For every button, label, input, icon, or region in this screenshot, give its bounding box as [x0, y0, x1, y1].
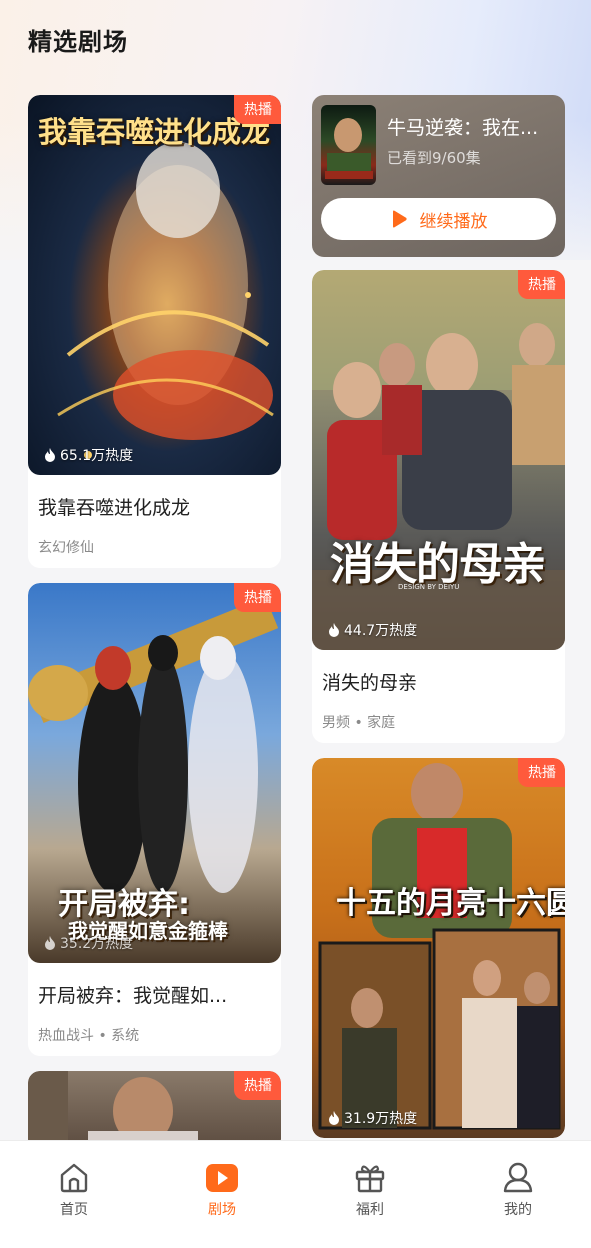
drama-card-2[interactable]: 开局被弃: 我觉醒如意金箍棒 热播 35.2万热度 开局被弃：我觉醒如... 热… — [28, 583, 281, 1056]
heat-label: 35.2万热度 — [60, 936, 134, 952]
poster-credit: DESIGN BY DEIYU — [398, 583, 460, 591]
heat-label: 31.9万热度 — [344, 1111, 418, 1127]
tab-label: 剧场 — [208, 1202, 236, 1218]
heat-count: 44.7万热度 — [328, 620, 417, 640]
play-icon — [206, 1164, 238, 1192]
poster-title-text: 十五的月亮十六圆 — [336, 886, 565, 921]
tab-theater[interactable]: 剧场 — [172, 1159, 272, 1219]
drama-poster[interactable]: 消失的母亲 DESIGN BY DEIYU 热播 44.7万热度 — [312, 270, 565, 650]
drama-title[interactable]: 消失的母亲 — [322, 668, 552, 695]
flame-icon — [45, 448, 55, 462]
hot-badge: 热播 — [234, 95, 281, 124]
play-icon — [392, 210, 407, 228]
hot-badge: 热播 — [518, 758, 565, 787]
hot-badge: 热播 — [518, 270, 565, 299]
drama-poster[interactable]: 热播 — [28, 1071, 281, 1151]
thumbnail-artwork — [325, 118, 373, 179]
tab-label: 首页 — [60, 1202, 88, 1218]
tab-welfare[interactable]: 福利 — [320, 1159, 420, 1219]
drama-title[interactable]: 我靠吞噬进化成龙 — [38, 493, 268, 520]
drama-tags: 热血战斗 • 系统 — [38, 1028, 140, 1044]
hot-badge: 热播 — [234, 1071, 281, 1100]
drama-card-5[interactable]: 十五的月亮十六圆 热播 31.9万热度 — [312, 758, 565, 1138]
drama-poster[interactable]: 开局被弃: 我觉醒如意金箍棒 热播 35.2万热度 — [28, 583, 281, 963]
drama-card-3[interactable]: 热播 — [28, 1071, 281, 1151]
hot-badge: 热播 — [234, 583, 281, 612]
bottom-tab-bar: 首页 剧场 福利 我的 — [0, 1140, 591, 1248]
drama-card-1[interactable]: 我靠吞噬进化成龙 热播 65.1万热度 我靠吞噬进化成龙 玄幻修仙 — [28, 95, 281, 568]
continue-play-button[interactable]: 继续播放 — [321, 198, 556, 240]
continue-thumbnail[interactable] — [321, 105, 376, 185]
drama-tags: 男频 • 家庭 — [322, 715, 396, 731]
drama-poster[interactable]: 十五的月亮十六圆 热播 31.9万热度 — [312, 758, 565, 1138]
heat-count: 35.2万热度 — [44, 933, 133, 953]
tab-profile[interactable]: 我的 — [468, 1159, 568, 1219]
profile-icon — [503, 1162, 533, 1193]
heat-label: 44.7万热度 — [344, 623, 418, 639]
gift-icon — [355, 1165, 385, 1193]
drama-card-4[interactable]: 消失的母亲 DESIGN BY DEIYU 热播 44.7万热度 消失的母亲 男… — [312, 270, 565, 743]
heat-count: 65.1万热度 — [44, 445, 133, 465]
heat-label: 65.1万热度 — [60, 448, 134, 464]
continue-play-label: 继续播放 — [419, 211, 488, 232]
page-title: 精选剧场 — [28, 28, 128, 56]
heat-count: 31.9万热度 — [328, 1108, 417, 1128]
flame-icon — [329, 623, 339, 637]
drama-tags: 玄幻修仙 — [38, 540, 94, 556]
drama-title[interactable]: 开局被弃：我觉醒如... — [38, 981, 268, 1008]
tab-label: 福利 — [356, 1202, 384, 1218]
flame-icon — [45, 936, 55, 950]
poster-artwork — [318, 763, 561, 1130]
flame-icon — [329, 1111, 339, 1125]
home-icon — [60, 1163, 88, 1193]
continue-title[interactable]: 牛马逆袭：我在... — [387, 113, 538, 140]
tab-label: 我的 — [504, 1202, 532, 1218]
tab-home[interactable]: 首页 — [24, 1159, 124, 1219]
poster-artwork — [57, 142, 274, 459]
continue-progress: 已看到9/60集 — [387, 149, 481, 167]
continue-watching-card[interactable]: 牛马逆袭：我在... 已看到9/60集 继续播放 — [312, 95, 565, 257]
drama-poster[interactable]: 我靠吞噬进化成龙 热播 65.1万热度 — [28, 95, 281, 475]
poster-artwork — [312, 270, 565, 650]
